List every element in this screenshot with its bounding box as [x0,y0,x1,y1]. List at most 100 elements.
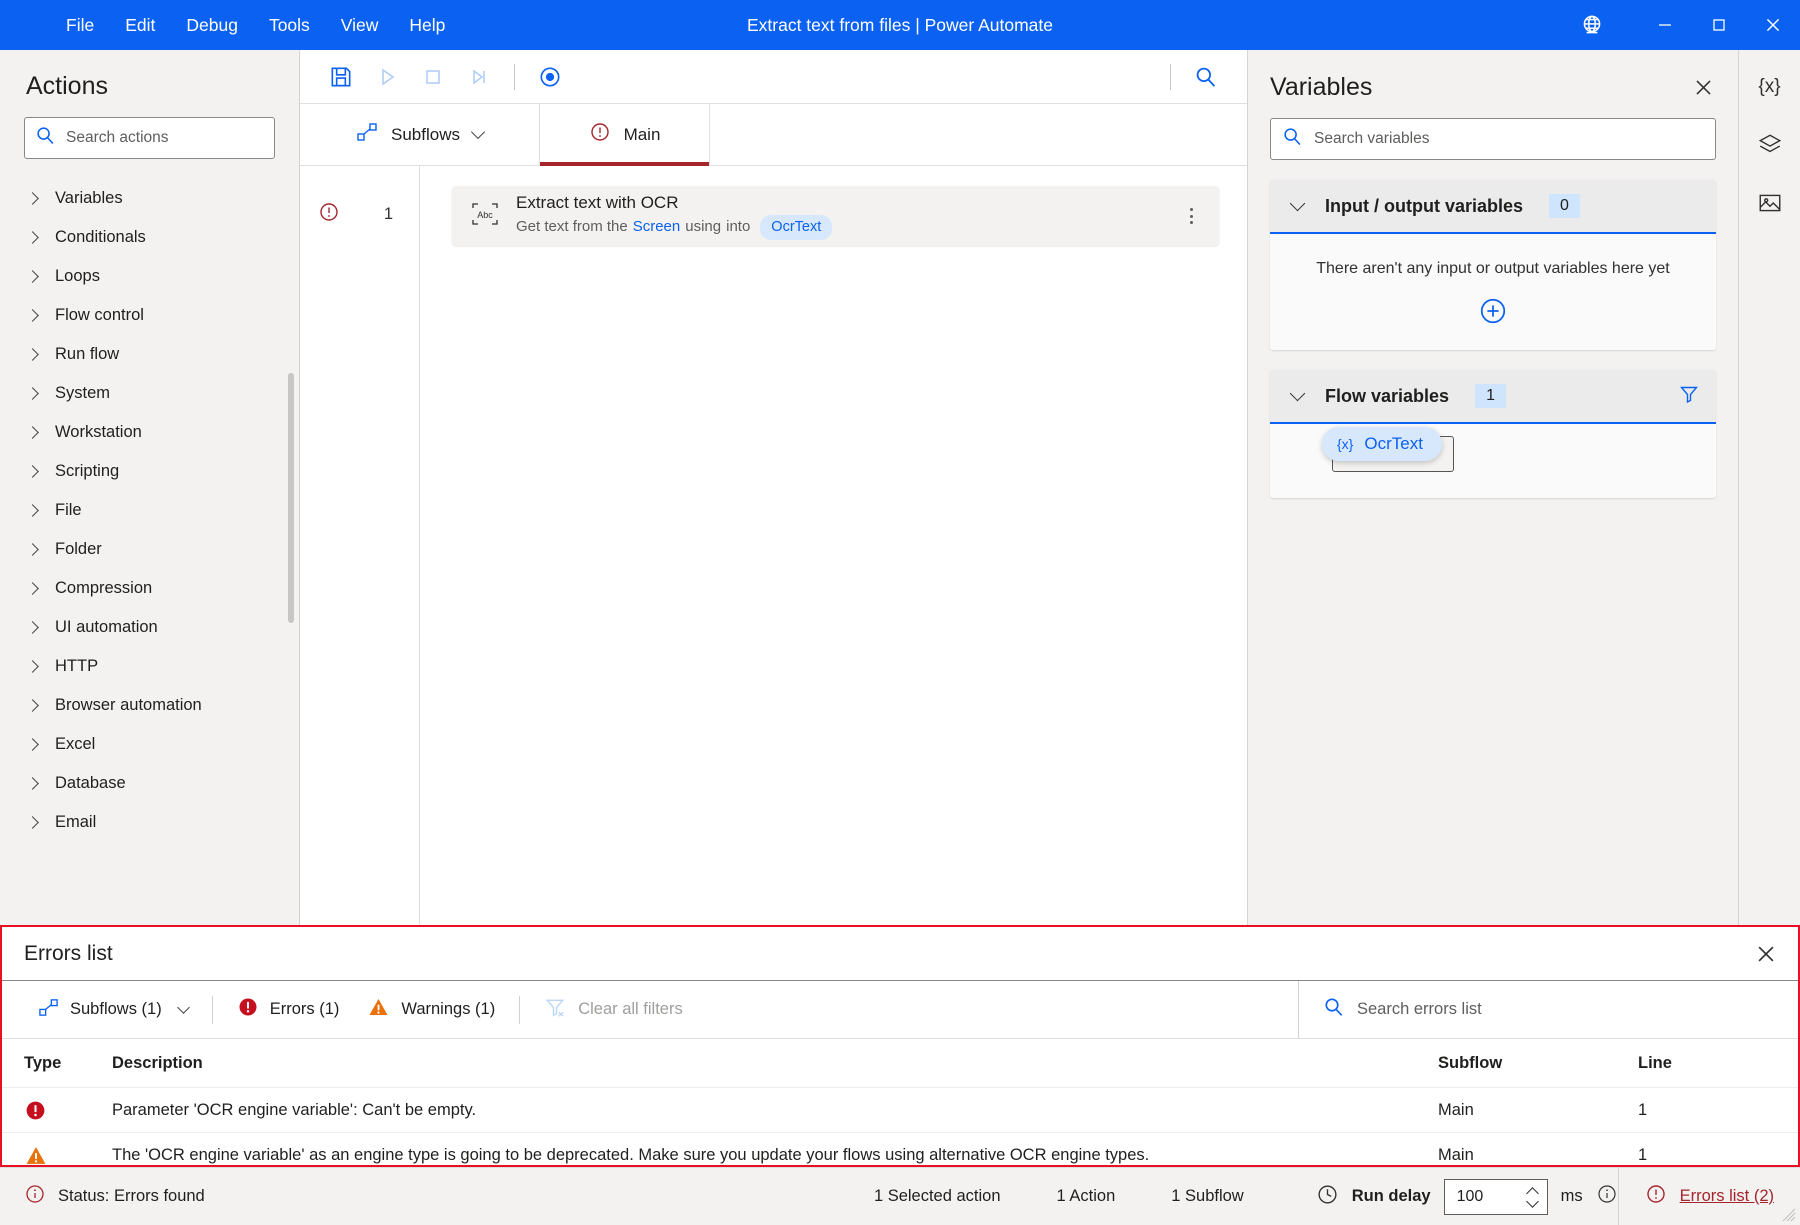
chevron-right-icon [26,231,39,244]
flow-action-row[interactable]: Abc Extract text with OCR Get text from … [452,186,1219,246]
flow-variables-body: {x} OcrText [1270,424,1716,498]
power-automate-window: File Edit Debug Tools View Help Extract … [0,0,1800,1225]
row-subflow: Main [1438,1101,1638,1120]
save-button[interactable] [318,57,364,97]
braces-icon: {x} [1337,436,1353,452]
info-icon[interactable] [1596,1183,1618,1210]
tab-main[interactable]: Main [540,104,710,165]
chevron-down-icon[interactable] [471,125,485,139]
filter-errors-button[interactable]: Errors (1) [223,988,354,1031]
stepper-arrows [1527,1188,1539,1205]
action-group-label: Variables [55,189,123,208]
action-group-label: Loops [55,267,100,286]
action-group-workstation[interactable]: Workstation [0,413,299,452]
run-delay-input[interactable] [1457,1188,1513,1206]
stepper-up-icon[interactable] [1527,1188,1539,1195]
subtitle-part-plain: Get text from the [516,216,628,238]
action-group-flow-control[interactable]: Flow control [0,296,299,335]
flow-variables-section: Flow variables 1 {x} OcrText [1270,370,1716,498]
action-group-database[interactable]: Database [0,764,299,803]
action-more-menu-icon[interactable] [1177,199,1205,233]
action-count: 1 Action [1057,1187,1116,1206]
subtitle-part-screen: Screen [633,216,681,238]
images-icon[interactable] [1747,180,1793,226]
action-group-scripting[interactable]: Scripting [0,452,299,491]
menu-bar: File Edit Debug Tools View Help [52,9,459,42]
action-group-run-flow[interactable]: Run flow [0,335,299,374]
row-subflow: Main [1438,1146,1638,1165]
run-button[interactable] [364,57,410,97]
action-group-http[interactable]: HTTP [0,647,299,686]
action-group-email[interactable]: Email [0,803,299,842]
menu-item-view[interactable]: View [327,9,393,42]
flow-variable-chip-ocrtext[interactable]: {x} OcrText [1322,427,1442,461]
flow-variables-header[interactable]: Flow variables 1 [1270,370,1716,424]
title-bar-right [1579,0,1800,50]
menu-item-tools[interactable]: Tools [255,9,324,42]
line-number: 1 [384,205,393,224]
action-group-file[interactable]: File [0,491,299,530]
clear-filter-icon [544,996,567,1024]
variables-icon-glyph: {x} [1758,76,1780,98]
subflow-count: 1 Subflow [1171,1187,1243,1206]
chevron-down-icon[interactable] [1290,195,1306,211]
stepper-down-icon[interactable] [1527,1198,1539,1205]
action-group-system[interactable]: System [0,374,299,413]
menu-item-help[interactable]: Help [395,9,459,42]
filter-subflows-button[interactable]: Subflows (1) [24,989,202,1031]
table-row[interactable]: The 'OCR engine variable' as an engine t… [2,1132,1798,1177]
action-group-ui-automation[interactable]: UI automation [0,608,299,647]
flow-action-text: Extract text with OCR Get text from the … [516,192,1161,239]
maximize-button[interactable] [1692,0,1746,50]
search-errors-input[interactable] [1357,1000,1774,1019]
account-area[interactable] [1579,12,1614,38]
chevron-down-icon[interactable] [1290,385,1306,401]
ui-elements-icon[interactable] [1747,122,1793,168]
errors-table-header: Type Description Subflow Line [2,1039,1798,1087]
recorder-button[interactable] [527,57,573,97]
action-group-excel[interactable]: Excel [0,725,299,764]
add-variable-icon[interactable] [1478,296,1508,326]
input-output-variables-header[interactable]: Input / output variables 0 [1270,180,1716,234]
chevron-right-icon [26,387,39,400]
chevron-down-icon[interactable] [177,1001,190,1014]
actions-scrollbar[interactable] [288,373,294,623]
action-group-variables[interactable]: Variables [0,179,299,218]
subflow-icon [38,997,59,1023]
tab-subflows[interactable]: Subflows [300,104,540,165]
variables-panel-close-icon[interactable] [1686,70,1720,104]
run-delay-label: Run delay [1352,1187,1431,1206]
menu-item-edit[interactable]: Edit [111,9,169,42]
run-next-action-button[interactable] [456,57,502,97]
action-group-loops[interactable]: Loops [0,257,299,296]
search-variables-input[interactable] [1314,130,1704,148]
menu-item-debug[interactable]: Debug [172,9,252,42]
chevron-right-icon [26,309,39,322]
stop-button[interactable] [410,57,456,97]
table-row[interactable]: Parameter 'OCR engine variable': Can't b… [2,1087,1798,1132]
run-delay-stepper[interactable] [1444,1179,1548,1215]
errors-list-close-icon[interactable] [1748,936,1784,972]
search-errors-box[interactable] [1298,981,1798,1038]
action-group-compression[interactable]: Compression [0,569,299,608]
variables-icon[interactable]: {x} [1747,64,1793,110]
errors-list-toolbar: Subflows (1) Errors (1) [2,981,1798,1039]
action-group-conditionals[interactable]: Conditionals [0,218,299,257]
filter-warnings-button[interactable]: Warnings (1) [353,988,509,1031]
search-actions-box[interactable] [24,117,275,159]
menu-item-file[interactable]: File [52,9,108,42]
search-variables-box[interactable] [1270,118,1716,160]
close-button[interactable] [1746,0,1800,50]
filter-icon[interactable] [1678,383,1700,410]
errors-list-link[interactable]: Errors list (2) [1680,1187,1774,1206]
column-header-description: Description [112,1054,1438,1073]
resize-grip-icon[interactable] [1782,1208,1796,1222]
flow-action-subtitle: Get text from the Screen using into OcrT… [516,215,1161,240]
action-group-browser-automation[interactable]: Browser automation [0,686,299,725]
error-circle-icon [1645,1183,1667,1210]
action-group-folder[interactable]: Folder [0,530,299,569]
search-actions-input[interactable] [66,129,264,147]
minimize-button[interactable] [1638,0,1692,50]
clear-all-filters-button[interactable]: Clear all filters [530,988,697,1032]
search-flow-button[interactable] [1183,57,1229,97]
